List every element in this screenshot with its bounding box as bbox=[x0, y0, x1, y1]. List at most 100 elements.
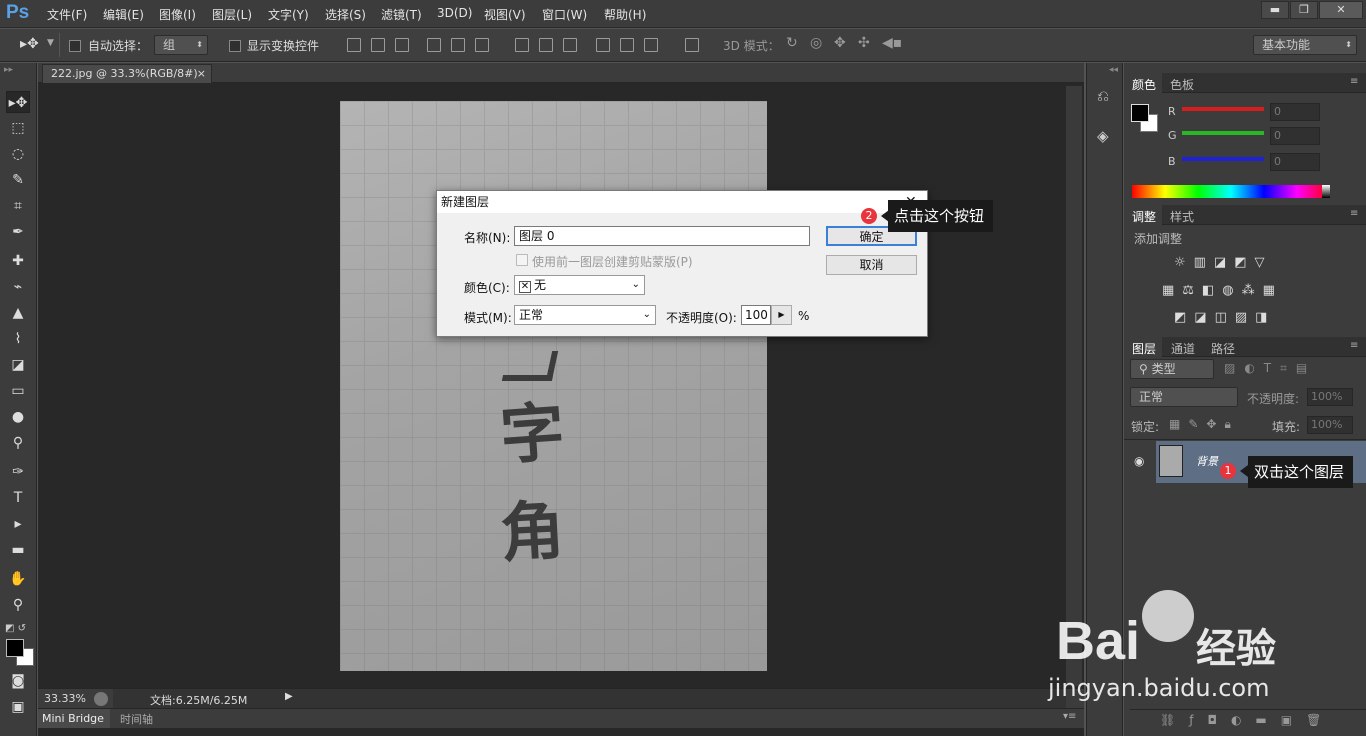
crop-tool[interactable]: ⌗ bbox=[6, 195, 30, 217]
fill-value[interactable]: 100% bbox=[1307, 416, 1353, 434]
green-slider[interactable] bbox=[1182, 131, 1264, 135]
align-vcenter-icon[interactable] bbox=[371, 38, 385, 52]
3d-roll-icon[interactable]: ◎ bbox=[810, 35, 822, 51]
restore-button[interactable]: ❐ bbox=[1290, 1, 1318, 19]
menu-image[interactable]: 图像(I) bbox=[159, 6, 196, 23]
healing-brush-tool[interactable]: ✚ bbox=[6, 250, 30, 272]
properties-icon[interactable]: ◈ bbox=[1097, 127, 1109, 145]
clone-stamp-tool[interactable]: ▲ bbox=[6, 302, 30, 324]
3d-slide-icon[interactable]: ✣ bbox=[858, 35, 870, 51]
distribute-left-icon[interactable] bbox=[596, 38, 610, 52]
quick-select-tool[interactable]: ✎ bbox=[6, 169, 30, 191]
panel-menu-icon[interactable]: ≡ bbox=[1350, 340, 1358, 351]
align-bottom-icon[interactable] bbox=[395, 38, 409, 52]
status-menu-icon[interactable]: ▶ bbox=[285, 691, 293, 702]
distribute-hcenter-icon[interactable] bbox=[620, 38, 634, 52]
tab-channels[interactable]: 通道 bbox=[1171, 340, 1195, 357]
visibility-eye-icon[interactable]: ◉ bbox=[1134, 454, 1144, 468]
color-select[interactable]: ✕ 无 ⌄ bbox=[514, 275, 645, 295]
default-colors-icon[interactable]: ◩ ↺ bbox=[5, 623, 26, 634]
close-window-button[interactable]: ✕ bbox=[1319, 1, 1363, 19]
tab-mini-bridge[interactable]: Mini Bridge bbox=[38, 709, 110, 728]
chevron-down-icon[interactable]: ▼ bbox=[47, 38, 54, 48]
opacity-input[interactable]: 100 bbox=[741, 305, 771, 325]
3d-scale-icon[interactable]: ◀▪ bbox=[882, 35, 902, 51]
layer-name[interactable]: 背景 bbox=[1196, 453, 1218, 469]
blur-tool[interactable]: ● bbox=[6, 406, 30, 428]
mode-select[interactable]: 正常 ⌄ bbox=[514, 305, 656, 325]
gradient-tool[interactable]: ▭ bbox=[6, 380, 30, 402]
3d-pan-icon[interactable]: ✥ bbox=[834, 35, 846, 51]
filter-icons[interactable]: ▨◐T⌗▤ bbox=[1224, 361, 1316, 376]
distribute-bottom-icon[interactable] bbox=[563, 38, 577, 52]
align-right-icon[interactable] bbox=[475, 38, 489, 52]
tab-styles[interactable]: 样式 bbox=[1170, 208, 1194, 225]
menu-filter[interactable]: 滤镜(T) bbox=[381, 6, 422, 23]
workspace-dropdown[interactable]: 基本功能 ⬍ bbox=[1253, 35, 1357, 55]
quick-mask-icon[interactable]: ◙ bbox=[6, 670, 30, 692]
menu-edit[interactable]: 编辑(E) bbox=[103, 6, 144, 23]
menu-3d[interactable]: 3D(D) bbox=[437, 6, 472, 20]
3d-rotate-icon[interactable]: ↻ bbox=[786, 35, 798, 51]
adjustment-icons-row2[interactable]: ▦⚖◧◍⁂▦ bbox=[1162, 283, 1283, 298]
move-tool-icon[interactable]: ▸✥ bbox=[20, 36, 39, 52]
vertical-scrollbar[interactable] bbox=[1066, 86, 1082, 686]
zoom-tool[interactable]: ⚲ bbox=[6, 594, 30, 616]
panel-menu-icon[interactable]: ≡ bbox=[1350, 208, 1358, 219]
show-transform-checkbox[interactable] bbox=[229, 40, 241, 52]
menu-layer[interactable]: 图层(L) bbox=[212, 6, 252, 23]
color-spectrum-bar[interactable] bbox=[1132, 185, 1330, 198]
tab-adjustments[interactable]: 调整 bbox=[1132, 208, 1156, 225]
adjustment-icons-row3[interactable]: ◩◪◫▨◨ bbox=[1174, 310, 1275, 325]
screen-mode-icon[interactable]: ▣ bbox=[6, 696, 30, 718]
foreground-color-swatch[interactable] bbox=[6, 639, 24, 657]
panel-menu-icon[interactable]: ▾≡ bbox=[1063, 711, 1076, 722]
bw-ramp[interactable] bbox=[1322, 185, 1330, 198]
tab-layers[interactable]: 图层 bbox=[1132, 340, 1156, 357]
layer-filter-dropdown[interactable]: ⚲ 类型 bbox=[1130, 359, 1214, 379]
auto-select-checkbox[interactable] bbox=[69, 40, 81, 52]
auto-select-dropdown[interactable]: 组 ⬍ bbox=[154, 35, 208, 55]
tab-swatches[interactable]: 色板 bbox=[1170, 76, 1194, 93]
brush-tool[interactable]: ⌁ bbox=[6, 276, 30, 298]
menu-window[interactable]: 窗口(W) bbox=[542, 6, 587, 23]
red-value[interactable]: 0 bbox=[1270, 103, 1320, 121]
type-tool[interactable]: T bbox=[6, 487, 30, 509]
eyedropper-tool[interactable]: ✒ bbox=[6, 221, 30, 243]
dodge-tool[interactable]: ⚲ bbox=[6, 432, 30, 454]
cancel-button[interactable]: 取消 bbox=[826, 255, 917, 275]
rectangle-tool[interactable]: ▬ bbox=[6, 539, 30, 561]
layer-opacity-value[interactable]: 100% bbox=[1307, 388, 1353, 406]
name-input[interactable]: 图层 0 bbox=[514, 226, 810, 246]
tab-timeline[interactable]: 时间轴 bbox=[120, 711, 153, 727]
red-slider[interactable] bbox=[1182, 107, 1264, 111]
opacity-slider-button[interactable]: ▶ bbox=[771, 305, 792, 325]
document-tab[interactable]: 222.jpg @ 33.3%(RGB/8#) × bbox=[42, 64, 212, 83]
history-icon[interactable]: ⎌ bbox=[1097, 87, 1109, 105]
menu-view[interactable]: 视图(V) bbox=[484, 6, 526, 23]
align-top-icon[interactable] bbox=[347, 38, 361, 52]
distribute-top-icon[interactable] bbox=[515, 38, 529, 52]
blend-mode-dropdown[interactable]: 正常 bbox=[1130, 387, 1238, 407]
path-select-tool[interactable]: ▸ bbox=[6, 513, 30, 535]
layer-action-icons[interactable]: ⛓ƒ◘◐▬▣🗑︎ bbox=[1160, 713, 1335, 727]
auto-align-icon[interactable] bbox=[685, 38, 699, 52]
collapse-icon[interactable]: ◂◂ bbox=[1109, 65, 1118, 75]
menu-select[interactable]: 选择(S) bbox=[325, 6, 366, 23]
image-canvas[interactable]: 字 角 bbox=[340, 101, 767, 671]
minimize-button[interactable]: ▬ bbox=[1261, 1, 1289, 19]
zoom-level[interactable]: 33.33% bbox=[44, 692, 86, 705]
tab-paths[interactable]: 路径 bbox=[1211, 340, 1235, 357]
marquee-tool[interactable]: ⬚ bbox=[6, 117, 30, 139]
move-tool[interactable]: ▸✥ bbox=[6, 91, 30, 113]
menu-type[interactable]: 文字(Y) bbox=[268, 6, 309, 23]
menu-file[interactable]: 文件(F) bbox=[47, 6, 87, 23]
green-value[interactable]: 0 bbox=[1270, 127, 1320, 145]
blue-value[interactable]: 0 bbox=[1270, 153, 1320, 171]
pen-tool[interactable]: ✑ bbox=[6, 461, 30, 483]
panel-menu-icon[interactable]: ≡ bbox=[1350, 76, 1358, 87]
align-hcenter-icon[interactable] bbox=[451, 38, 465, 52]
distribute-vcenter-icon[interactable] bbox=[539, 38, 553, 52]
eraser-tool[interactable]: ◪ bbox=[6, 354, 30, 376]
collapse-icon[interactable]: ▸▸ bbox=[4, 65, 13, 75]
